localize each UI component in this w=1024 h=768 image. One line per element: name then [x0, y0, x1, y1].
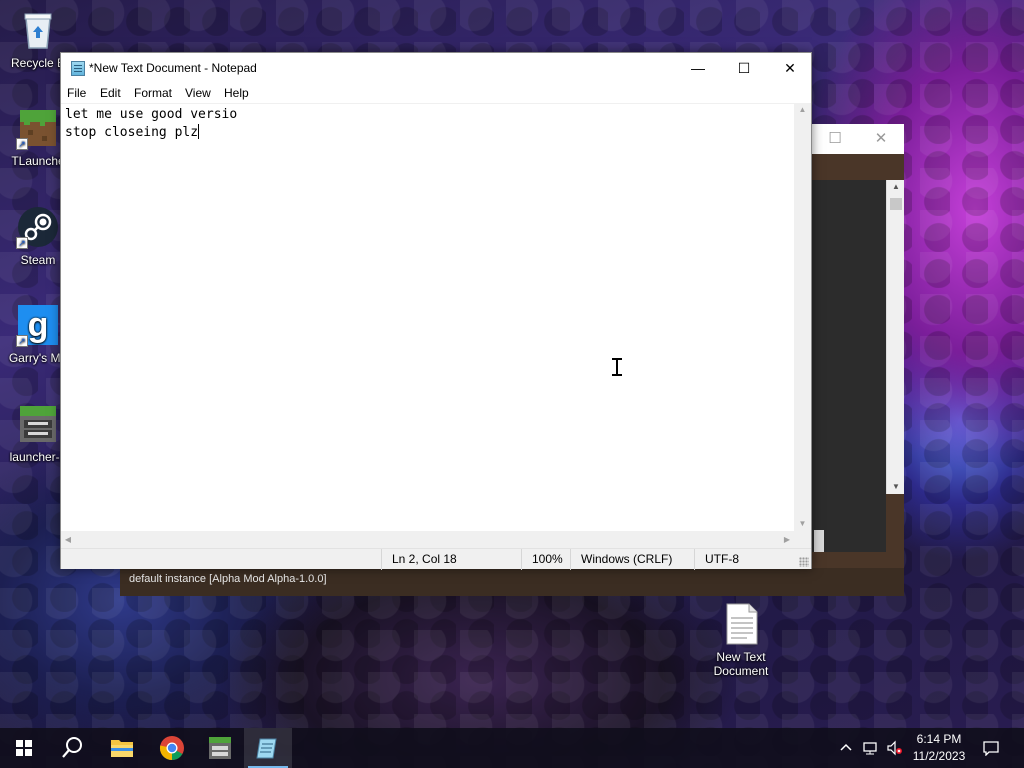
garrys-mod-icon: g ↗ — [16, 303, 60, 347]
betacraft-icon — [209, 737, 231, 759]
notepad-titlebar[interactable]: *New Text Document - Notepad — ☐ ✕ — [61, 53, 811, 83]
text-file-icon — [719, 602, 763, 646]
launcher-side-scroll[interactable] — [814, 530, 824, 552]
file-label-line1: New Text — [716, 650, 766, 664]
scroll-up-icon[interactable]: ▲ — [794, 103, 811, 117]
file-label-line2: Document — [713, 664, 769, 678]
betacraft-launcher-icon — [16, 402, 60, 446]
close-button[interactable]: ✕ — [858, 124, 904, 154]
minimize-button[interactable]: — — [675, 53, 721, 83]
maximize-button[interactable]: ☐ — [721, 53, 767, 83]
editor-line-1: let me use good versio — [65, 107, 238, 122]
menu-bar: File Edit Format View Help — [61, 83, 811, 103]
chevron-up-icon[interactable] — [838, 740, 854, 756]
status-position: Ln 2, Col 18 — [381, 549, 521, 570]
taskbar-betacraft[interactable] — [196, 728, 244, 768]
status-line-ending: Windows (CRLF) — [570, 549, 694, 570]
scroll-up-icon[interactable]: ▲ — [887, 180, 905, 194]
svg-text:g: g — [28, 306, 49, 344]
launcher-status: default instance [Alpha Mod Alpha-1.0.0] — [120, 568, 904, 596]
horizontal-scrollbar[interactable]: ◀ ▶ — [61, 531, 794, 548]
start-button[interactable] — [0, 728, 48, 768]
notepad-icon — [71, 61, 85, 76]
editor-line-2-text: stop closeing plz — [65, 125, 199, 140]
search-icon — [62, 737, 82, 758]
scroll-left-icon[interactable]: ◀ — [61, 531, 75, 548]
scroll-right-icon[interactable]: ▶ — [780, 531, 794, 548]
status-zoom: 100% — [521, 549, 570, 570]
close-button[interactable]: ✕ — [767, 53, 813, 83]
ibeam-cursor-icon — [612, 358, 622, 376]
launcher-log-panel — [812, 180, 886, 552]
scrollbar-corner — [794, 531, 811, 548]
shortcut-arrow-icon: ↗ — [16, 335, 28, 347]
recycle-bin-icon — [16, 8, 60, 52]
text-editor[interactable]: let me use good versio stop closeing plz — [61, 103, 794, 531]
vertical-scrollbar[interactable]: ▲ ▼ — [794, 103, 811, 531]
menu-file[interactable]: File — [61, 83, 92, 103]
search-button[interactable] — [48, 728, 96, 768]
menu-help[interactable]: Help — [218, 83, 255, 103]
launcher-scrollbar[interactable]: ▲ ▼ — [886, 180, 904, 494]
taskbar: 6:14 PM 11/2/2023 — [0, 728, 1024, 768]
text-caret — [198, 124, 200, 139]
scroll-down-icon[interactable]: ▼ — [887, 480, 905, 494]
shortcut-arrow-icon: ↗ — [16, 138, 28, 150]
editor-line-2: stop closeing plz — [65, 124, 790, 142]
scroll-down-icon[interactable]: ▼ — [794, 517, 811, 531]
tlauncher-icon: ↗ — [16, 106, 60, 150]
taskbar-clock[interactable]: 6:14 PM 11/2/2023 — [904, 731, 974, 765]
steam-icon: ↗ — [16, 205, 60, 249]
status-bar: Ln 2, Col 18 100% Windows (CRLF) UTF-8 — [61, 548, 811, 570]
scroll-thumb[interactable] — [890, 198, 902, 210]
status-encoding: UTF-8 — [694, 549, 794, 570]
taskbar-notepad[interactable] — [244, 728, 292, 768]
taskbar-chrome[interactable] — [148, 728, 196, 768]
menu-view[interactable]: View — [179, 83, 217, 103]
network-icon[interactable] — [862, 740, 878, 756]
clock-date: 11/2/2023 — [912, 749, 966, 763]
window-title: *New Text Document - Notepad — [89, 61, 257, 75]
maximize-button[interactable]: ☐ — [812, 124, 858, 154]
taskbar-file-explorer[interactable] — [98, 728, 146, 768]
shortcut-arrow-icon: ↗ — [16, 237, 28, 249]
chrome-icon — [159, 736, 184, 761]
notifications-icon[interactable] — [983, 740, 999, 757]
notepad-icon — [256, 738, 277, 759]
desktop-file-new-text-document[interactable]: New Text Document — [703, 602, 779, 678]
volume-muted-icon[interactable] — [886, 740, 902, 756]
clock-time: 6:14 PM — [916, 732, 962, 746]
start-icon — [16, 740, 32, 756]
resize-grip-icon[interactable] — [799, 557, 809, 567]
notepad-window[interactable]: *New Text Document - Notepad — ☐ ✕ File … — [60, 52, 812, 570]
menu-format[interactable]: Format — [128, 83, 178, 103]
file-explorer-icon — [111, 740, 133, 757]
menu-edit[interactable]: Edit — [94, 83, 127, 103]
